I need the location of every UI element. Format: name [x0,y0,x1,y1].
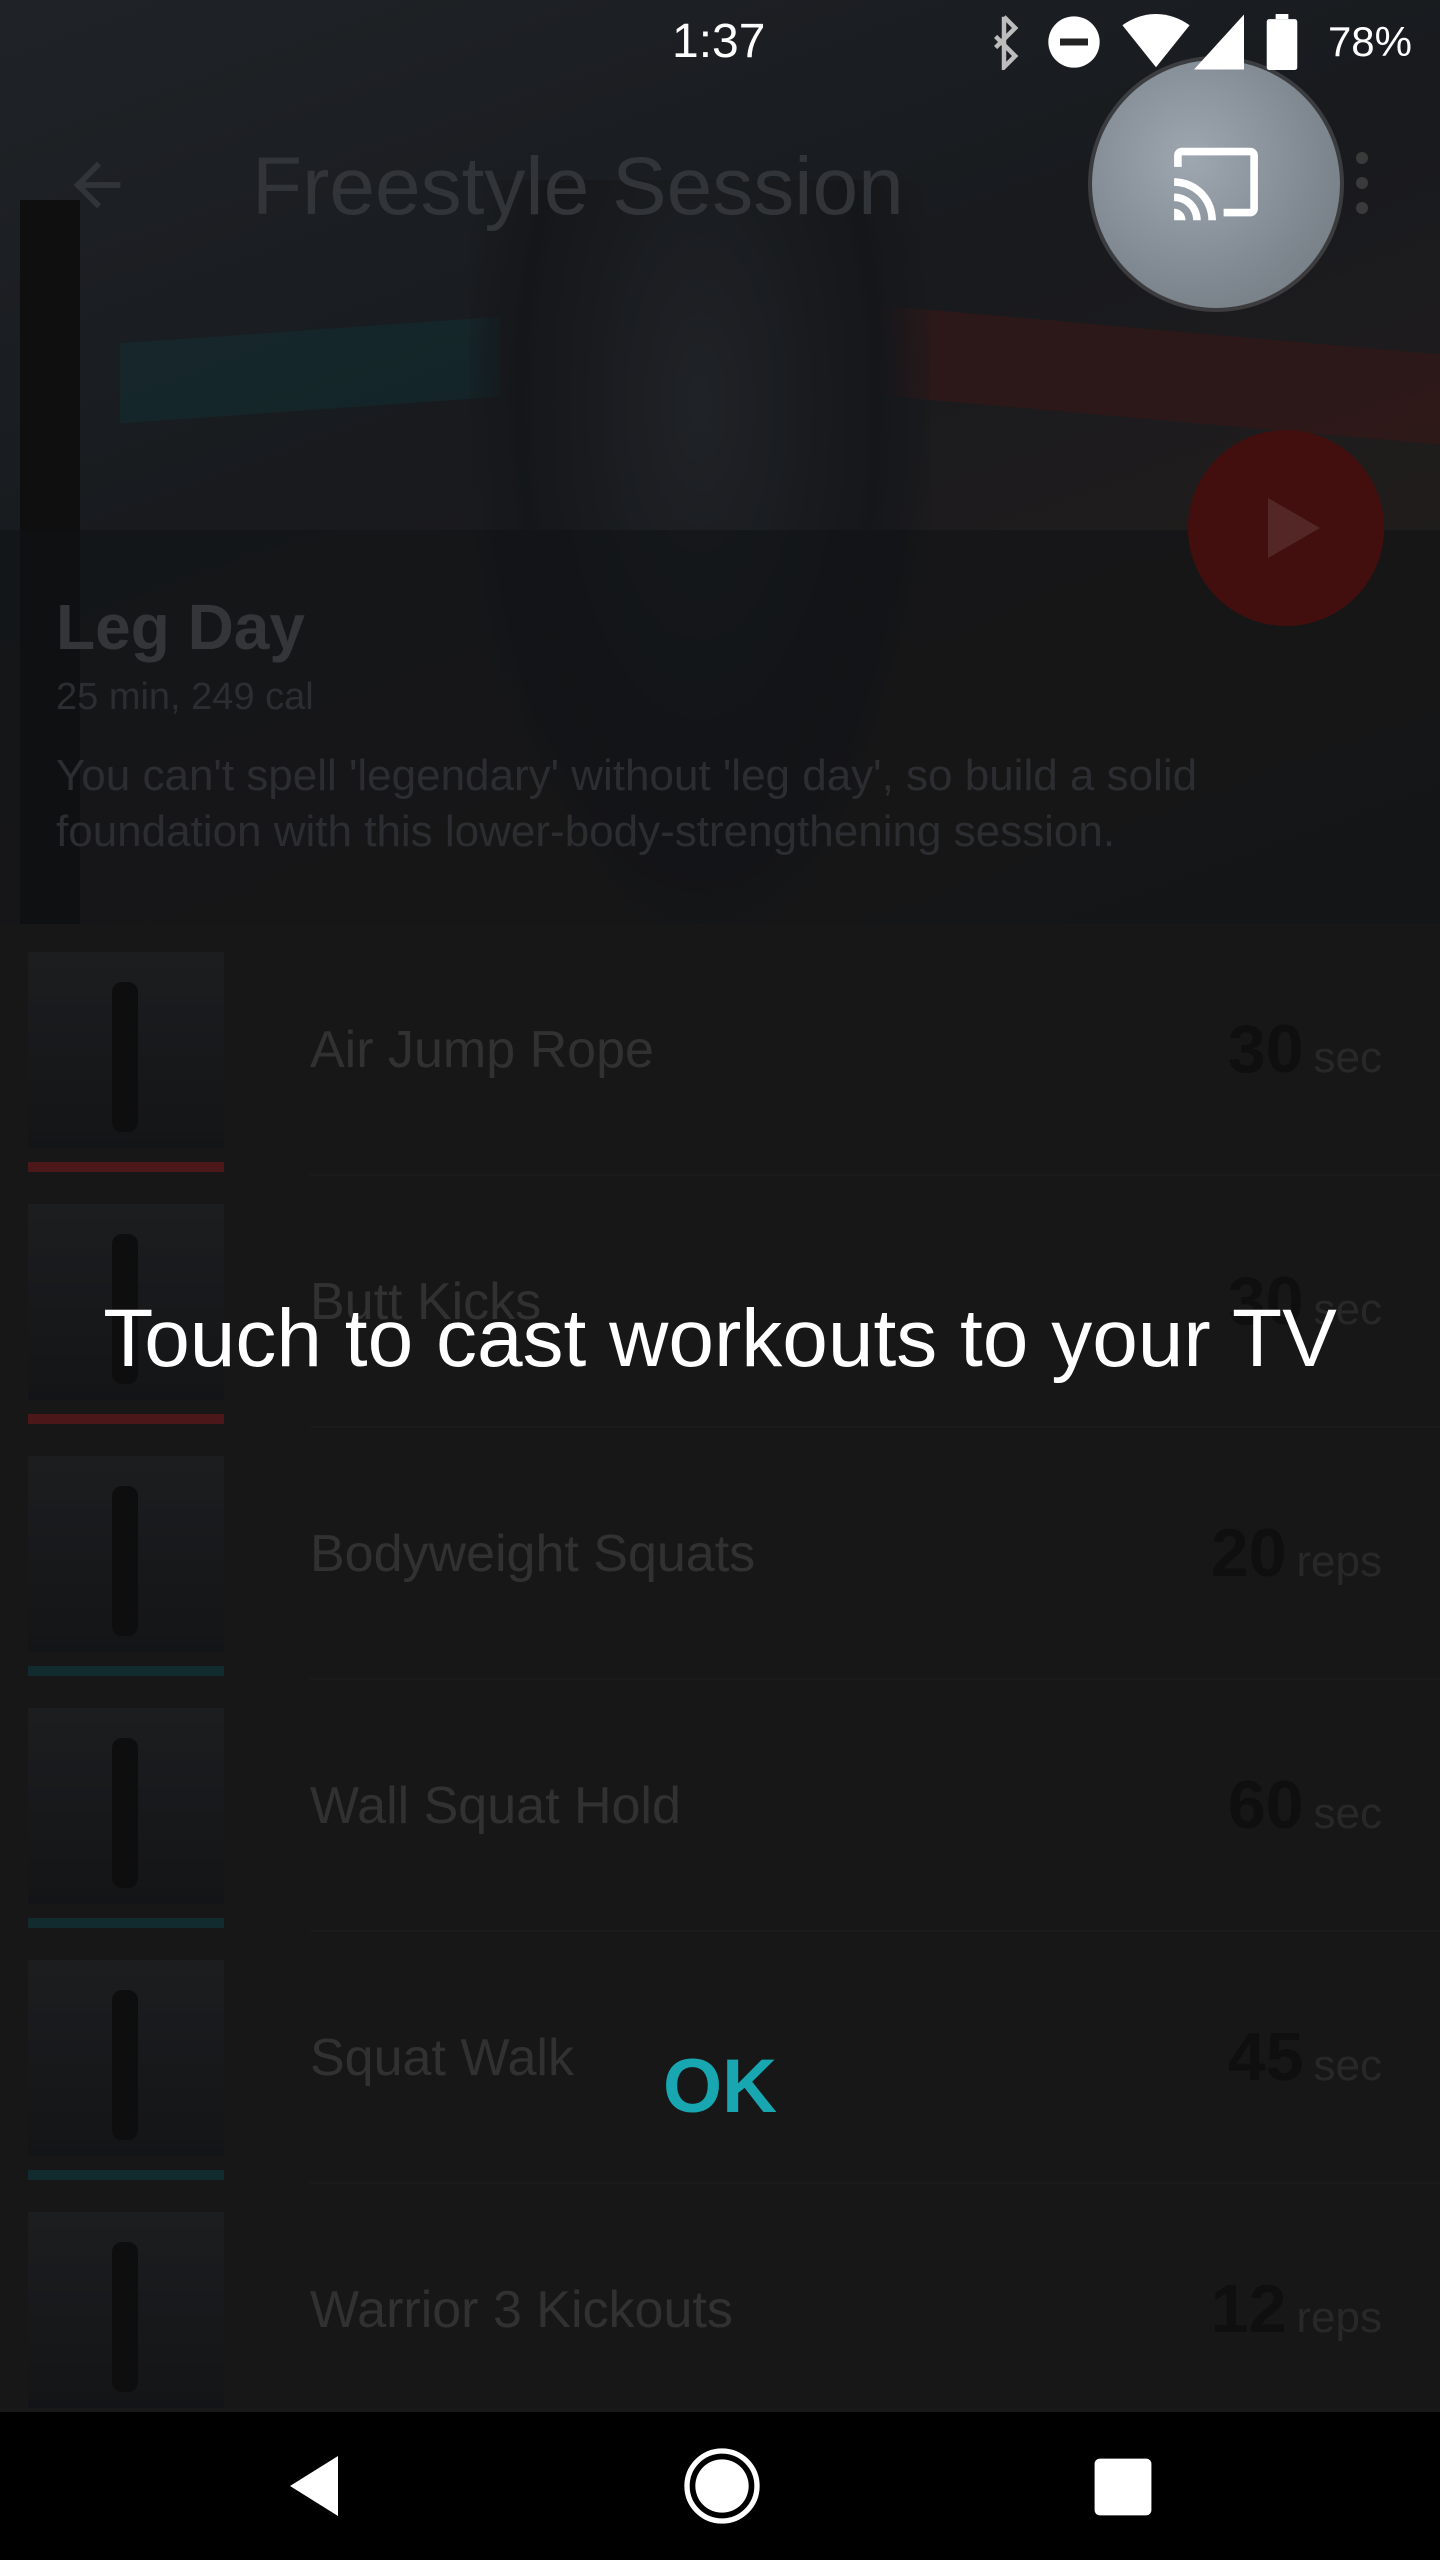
battery-icon [1266,14,1298,70]
system-nav-bar [0,2412,1440,2560]
nav-home-icon[interactable] [682,2446,762,2526]
cast-icon [1174,147,1258,221]
cast-hint-message: Touch to cast workouts to your TV [103,1293,1337,1384]
status-bar: 1:37 78% [0,0,1440,84]
do-not-disturb-icon [1048,16,1100,68]
bluetooth-icon [994,15,1019,70]
nav-back-icon[interactable] [278,2450,350,2522]
ok-button[interactable]: OK [640,2042,800,2132]
nav-recents-icon[interactable] [1092,2456,1154,2518]
cell-signal-icon [1194,14,1244,70]
battery-percent: 78% [1327,18,1412,65]
cast-button[interactable] [1092,60,1340,308]
wifi-icon [1122,14,1190,68]
status-time: 1:37 [672,15,766,68]
